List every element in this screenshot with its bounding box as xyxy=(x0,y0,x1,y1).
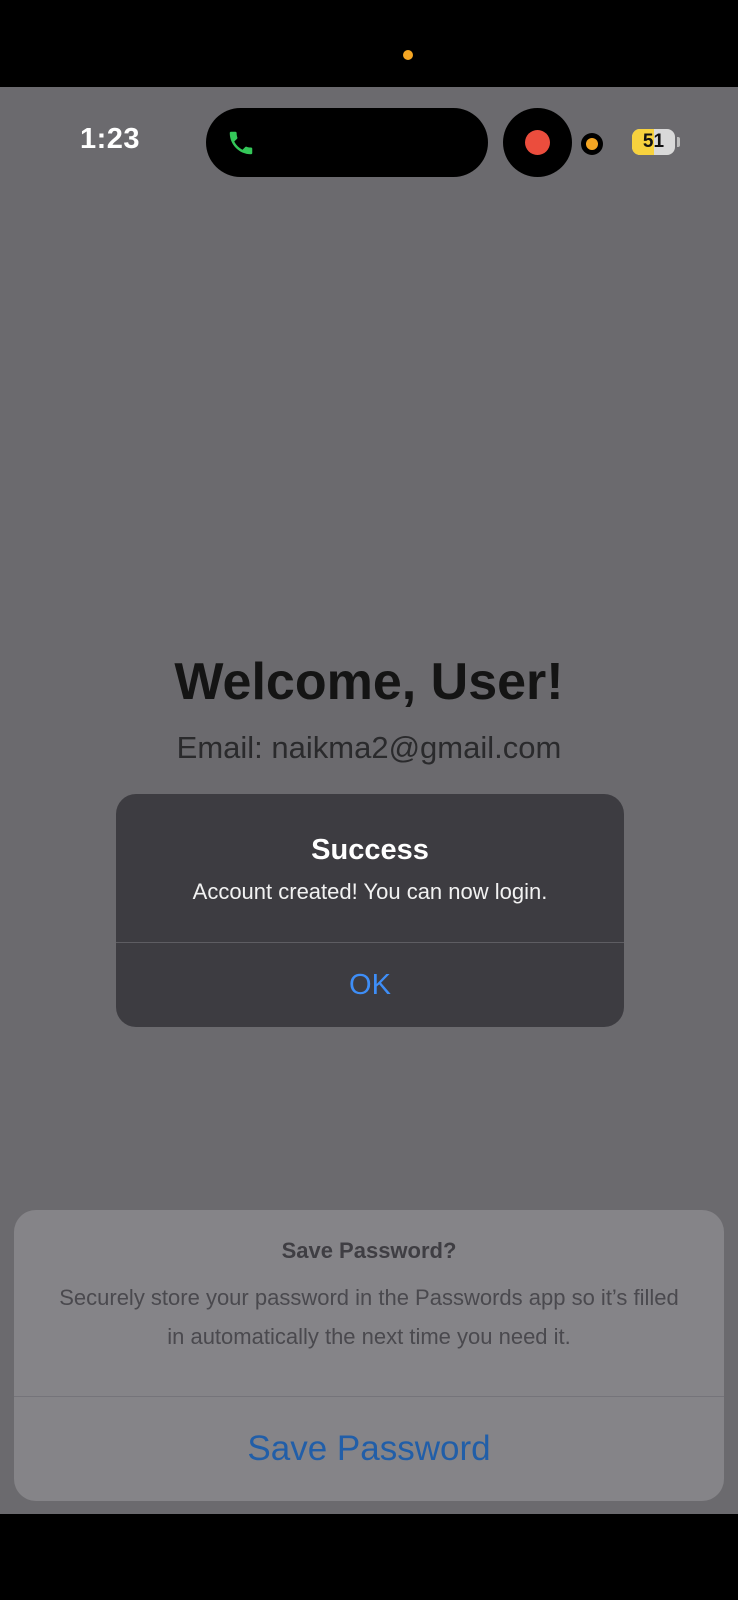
bottom-bezel xyxy=(0,1514,738,1600)
sheet-message: Securely store your password in the Pass… xyxy=(59,1285,679,1349)
alert-message: Account created! You can now login. xyxy=(192,879,548,904)
recording-dot-icon xyxy=(525,130,550,155)
save-password-sheet: Save Password? Securely store your passw… xyxy=(14,1210,724,1501)
status-time: 1:23 xyxy=(80,123,141,155)
battery-level: 51 xyxy=(642,131,665,152)
ok-button[interactable]: OK xyxy=(116,943,624,1027)
privacy-indicator-icon xyxy=(581,133,603,155)
top-bezel xyxy=(0,0,738,90)
welcome-email: Email: naikma2@gmail.com xyxy=(176,730,562,765)
success-alert: Success Account created! You can now log… xyxy=(116,794,624,1027)
app-area: 1:23 51 Welcome, User! Email: naikma2@gm… xyxy=(0,87,738,1514)
welcome-title: Welcome, User! xyxy=(174,653,564,711)
sheet-title: Save Password? xyxy=(281,1238,457,1263)
battery-icon: 51 xyxy=(632,129,675,155)
recording-indicator[interactable] xyxy=(503,108,572,177)
alert-title: Success xyxy=(311,834,429,866)
privacy-dot xyxy=(586,138,598,150)
save-password-button[interactable]: Save Password xyxy=(14,1397,724,1501)
camera-indicator-dot xyxy=(403,50,413,60)
phone-screen: 1:23 51 Welcome, User! Email: naikma2@gm… xyxy=(0,0,738,1600)
phone-icon xyxy=(229,131,253,155)
battery-cap xyxy=(677,137,680,147)
dynamic-island[interactable] xyxy=(206,108,488,177)
